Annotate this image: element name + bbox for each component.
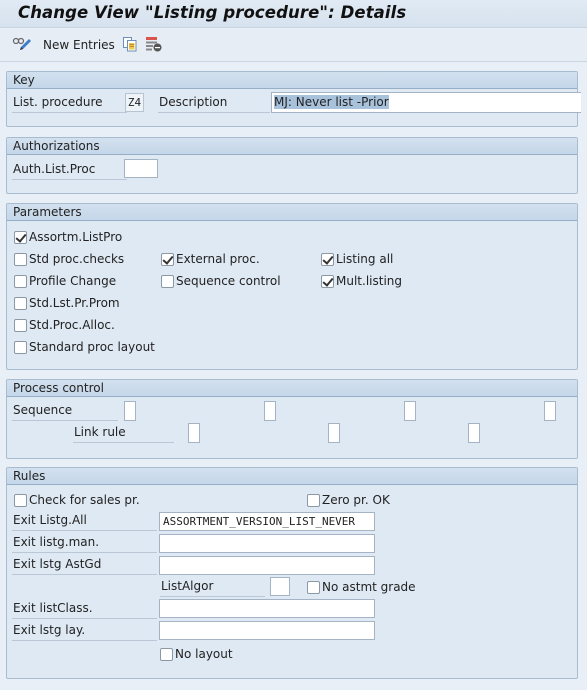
delete-button[interactable] [145, 29, 163, 61]
standard-proc-layout-checkbox[interactable]: Standard proc layout [14, 338, 155, 356]
std-lst-pr-prom-label: Std.Lst.Pr.Prom [29, 296, 120, 310]
checkbox-checked-icon [14, 230, 27, 244]
standard-proc-layout-label: Standard proc layout [29, 340, 155, 354]
exit-listg-all-field[interactable]: ASSORTMENT_VERSION_LIST_NEVER [159, 512, 375, 531]
check-for-sales-pr-checkbox[interactable]: Check for sales pr. [14, 491, 140, 509]
description-field[interactable]: MJ: Never list -Prior [271, 92, 581, 113]
profile-change-label: Profile Change [29, 274, 117, 288]
std-proc-alloc-label: Std.Proc.Alloc. [29, 318, 115, 332]
checkbox-unchecked-icon [14, 296, 27, 310]
auth-list-proc-label: Auth.List.Proc [12, 159, 127, 180]
assortm-listpro-label: Assortm.ListPro [29, 230, 123, 244]
checkbox-unchecked-icon [14, 274, 27, 288]
assortm-listpro-checkbox[interactable]: Assortm.ListPro [14, 228, 122, 246]
exit-listg-man-field[interactable] [159, 534, 375, 553]
checkbox-unchecked-icon [14, 340, 27, 354]
std-proc-alloc-checkbox[interactable]: Std.Proc.Alloc. [14, 316, 115, 334]
sequence-field-3[interactable] [404, 401, 416, 421]
exit-lstg-lay-label: Exit lstg lay. [12, 620, 157, 641]
profile-change-checkbox[interactable]: Profile Change [14, 272, 116, 290]
checkbox-unchecked-icon [307, 580, 320, 594]
rules-group: Rules Check for sales pr. Zero pr. OK Ex… [6, 467, 578, 679]
key-group-title: Key [7, 72, 577, 89]
checkbox-checked-icon [321, 274, 334, 288]
sequence-field-2[interactable] [264, 401, 276, 421]
display-change-button[interactable] [12, 29, 32, 61]
checkbox-unchecked-icon [14, 318, 27, 332]
exit-list-class-label: Exit listClass. [12, 598, 157, 619]
key-group: Key List. procedure Z4 Description MJ: N… [6, 71, 581, 127]
description-label: Description [158, 92, 270, 113]
link-rule-label: Link rule [73, 422, 174, 443]
parameters-group: Parameters Assortm.ListPro Std proc.chec… [6, 203, 578, 370]
checkbox-checked-icon [161, 252, 174, 266]
link-rule-field-1[interactable] [188, 423, 200, 443]
parameters-group-title: Parameters [7, 204, 577, 221]
application-toolbar: New Entries [0, 29, 587, 62]
new-entries-label: New Entries [43, 38, 115, 52]
delete-icon [145, 36, 163, 55]
list-procedure-label: List. procedure [12, 92, 127, 113]
process-control-group-title: Process control [7, 380, 577, 397]
list-algor-field[interactable] [270, 577, 290, 596]
copy-as-button[interactable] [122, 29, 138, 61]
listing-all-label: Listing all [336, 252, 394, 266]
authorizations-group: Authorizations Auth.List.Proc [6, 137, 578, 194]
exit-listg-man-label: Exit listg.man. [12, 532, 157, 553]
sequence-control-label: Sequence control [176, 274, 281, 288]
std-proc-checks-label: Std proc.checks [29, 252, 125, 266]
exit-lstg-astgd-label: Exit lstg AstGd [12, 554, 157, 575]
link-rule-field-2[interactable] [328, 423, 340, 443]
window-title: Change View "Listing procedure": Details [18, 3, 407, 22]
no-astmt-grade-checkbox[interactable]: No astmt grade [307, 578, 416, 596]
listing-all-checkbox[interactable]: Listing all [321, 250, 393, 268]
sequence-label: Sequence [12, 400, 118, 421]
external-proc-label: External proc. [176, 252, 260, 266]
std-proc-checks-checkbox[interactable]: Std proc.checks [14, 250, 124, 268]
title-bar: Change View "Listing procedure": Details [0, 0, 587, 28]
no-astmt-grade-label: No astmt grade [322, 580, 416, 594]
checkbox-unchecked-icon [160, 647, 173, 661]
checkbox-unchecked-icon [14, 493, 27, 507]
check-for-sales-pr-label: Check for sales pr. [29, 493, 140, 507]
sequence-field-1[interactable] [124, 401, 136, 421]
checkbox-unchecked-icon [161, 274, 174, 288]
no-layout-checkbox[interactable]: No layout [160, 645, 233, 663]
exit-lstg-astgd-field[interactable] [159, 556, 375, 575]
external-proc-checkbox[interactable]: External proc. [161, 250, 260, 268]
list-procedure-field: Z4 [125, 93, 144, 112]
sequence-field-4[interactable] [544, 401, 556, 421]
sequence-control-checkbox[interactable]: Sequence control [161, 272, 281, 290]
mult-listing-label: Mult.listing [336, 274, 402, 288]
no-layout-label: No layout [175, 647, 233, 661]
zero-pr-ok-label: Zero pr. OK [322, 493, 390, 507]
exit-list-class-field[interactable] [159, 599, 375, 618]
authorizations-group-title: Authorizations [7, 138, 577, 155]
copy-icon [122, 36, 138, 55]
process-control-group: Process control Sequence Link rule [6, 379, 578, 459]
display-change-icon [12, 36, 32, 55]
checkbox-checked-icon [321, 252, 334, 266]
auth-list-proc-field[interactable] [124, 159, 158, 178]
checkbox-unchecked-icon [307, 493, 320, 507]
exit-listg-all-label: Exit Listg.All [12, 510, 157, 531]
mult-listing-checkbox[interactable]: Mult.listing [321, 272, 402, 290]
link-rule-field-3[interactable] [468, 423, 480, 443]
rules-group-title: Rules [7, 468, 577, 485]
description-value: MJ: Never list -Prior [274, 95, 389, 109]
zero-pr-ok-checkbox[interactable]: Zero pr. OK [307, 491, 390, 509]
std-lst-pr-prom-checkbox[interactable]: Std.Lst.Pr.Prom [14, 294, 120, 312]
exit-lstg-lay-field[interactable] [159, 621, 375, 640]
new-entries-button[interactable]: New Entries [43, 29, 115, 61]
checkbox-unchecked-icon [14, 252, 27, 266]
list-algor-label: ListAlgor [160, 576, 265, 597]
